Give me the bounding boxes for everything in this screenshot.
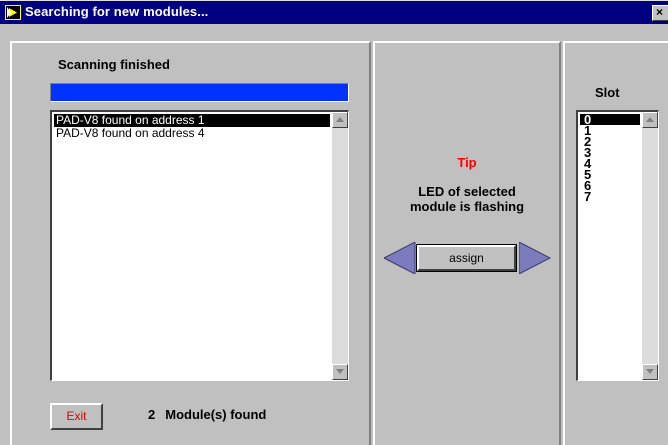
scroll-up-icon[interactable] xyxy=(642,112,658,128)
scan-progress-bar xyxy=(50,83,349,102)
modules-found-status: 2 Module(s) found xyxy=(148,407,266,422)
app-icon xyxy=(5,5,21,20)
scroll-up-icon[interactable] xyxy=(332,112,348,128)
assign-button[interactable]: assign xyxy=(416,244,517,272)
tip-title: Tip xyxy=(457,155,477,170)
modules-list[interactable]: PAD-V8 found on address 1 PAD-V8 found o… xyxy=(50,110,349,381)
scan-status-label: Scanning finished xyxy=(58,57,170,72)
modules-list-items: PAD-V8 found on address 1 PAD-V8 found o… xyxy=(54,114,330,140)
slot-list[interactable]: 0 1 2 3 4 5 6 7 xyxy=(576,110,659,381)
slot-panel: Slot 0 1 2 3 4 5 6 7 xyxy=(563,41,668,445)
exit-button[interactable]: Exit xyxy=(50,403,103,430)
close-icon[interactable]: × xyxy=(652,5,668,21)
modules-scrollbar[interactable] xyxy=(332,112,348,380)
tip-line-1: LED of selected xyxy=(418,184,516,199)
scroll-down-icon[interactable] xyxy=(642,364,658,380)
tip-panel: Tip LED of selected module is flashing a… xyxy=(373,41,561,445)
scroll-down-icon[interactable] xyxy=(332,364,348,380)
modules-found-count: 2 xyxy=(148,407,156,422)
slot-scrollbar[interactable] xyxy=(642,112,658,380)
modules-found-label: Module(s) found xyxy=(165,407,267,422)
window-title: Searching for new modules... xyxy=(25,4,209,19)
title-bar[interactable]: Searching for new modules... × xyxy=(0,0,668,24)
arrow-left-icon xyxy=(384,242,416,274)
slot-list-items: 0 1 2 3 4 5 6 7 xyxy=(580,113,640,203)
slot-header: Slot xyxy=(595,85,620,100)
arrow-right-icon xyxy=(519,242,551,274)
module-list-item[interactable]: PAD-V8 found on address 4 xyxy=(54,127,330,140)
scan-panel: Scanning finished PAD-V8 found on addres… xyxy=(10,41,371,445)
tip-line-2: module is flashing xyxy=(409,199,525,214)
tip-message: LED of selected module is flashing xyxy=(375,184,559,214)
slot-list-item[interactable]: 7 xyxy=(580,190,640,203)
